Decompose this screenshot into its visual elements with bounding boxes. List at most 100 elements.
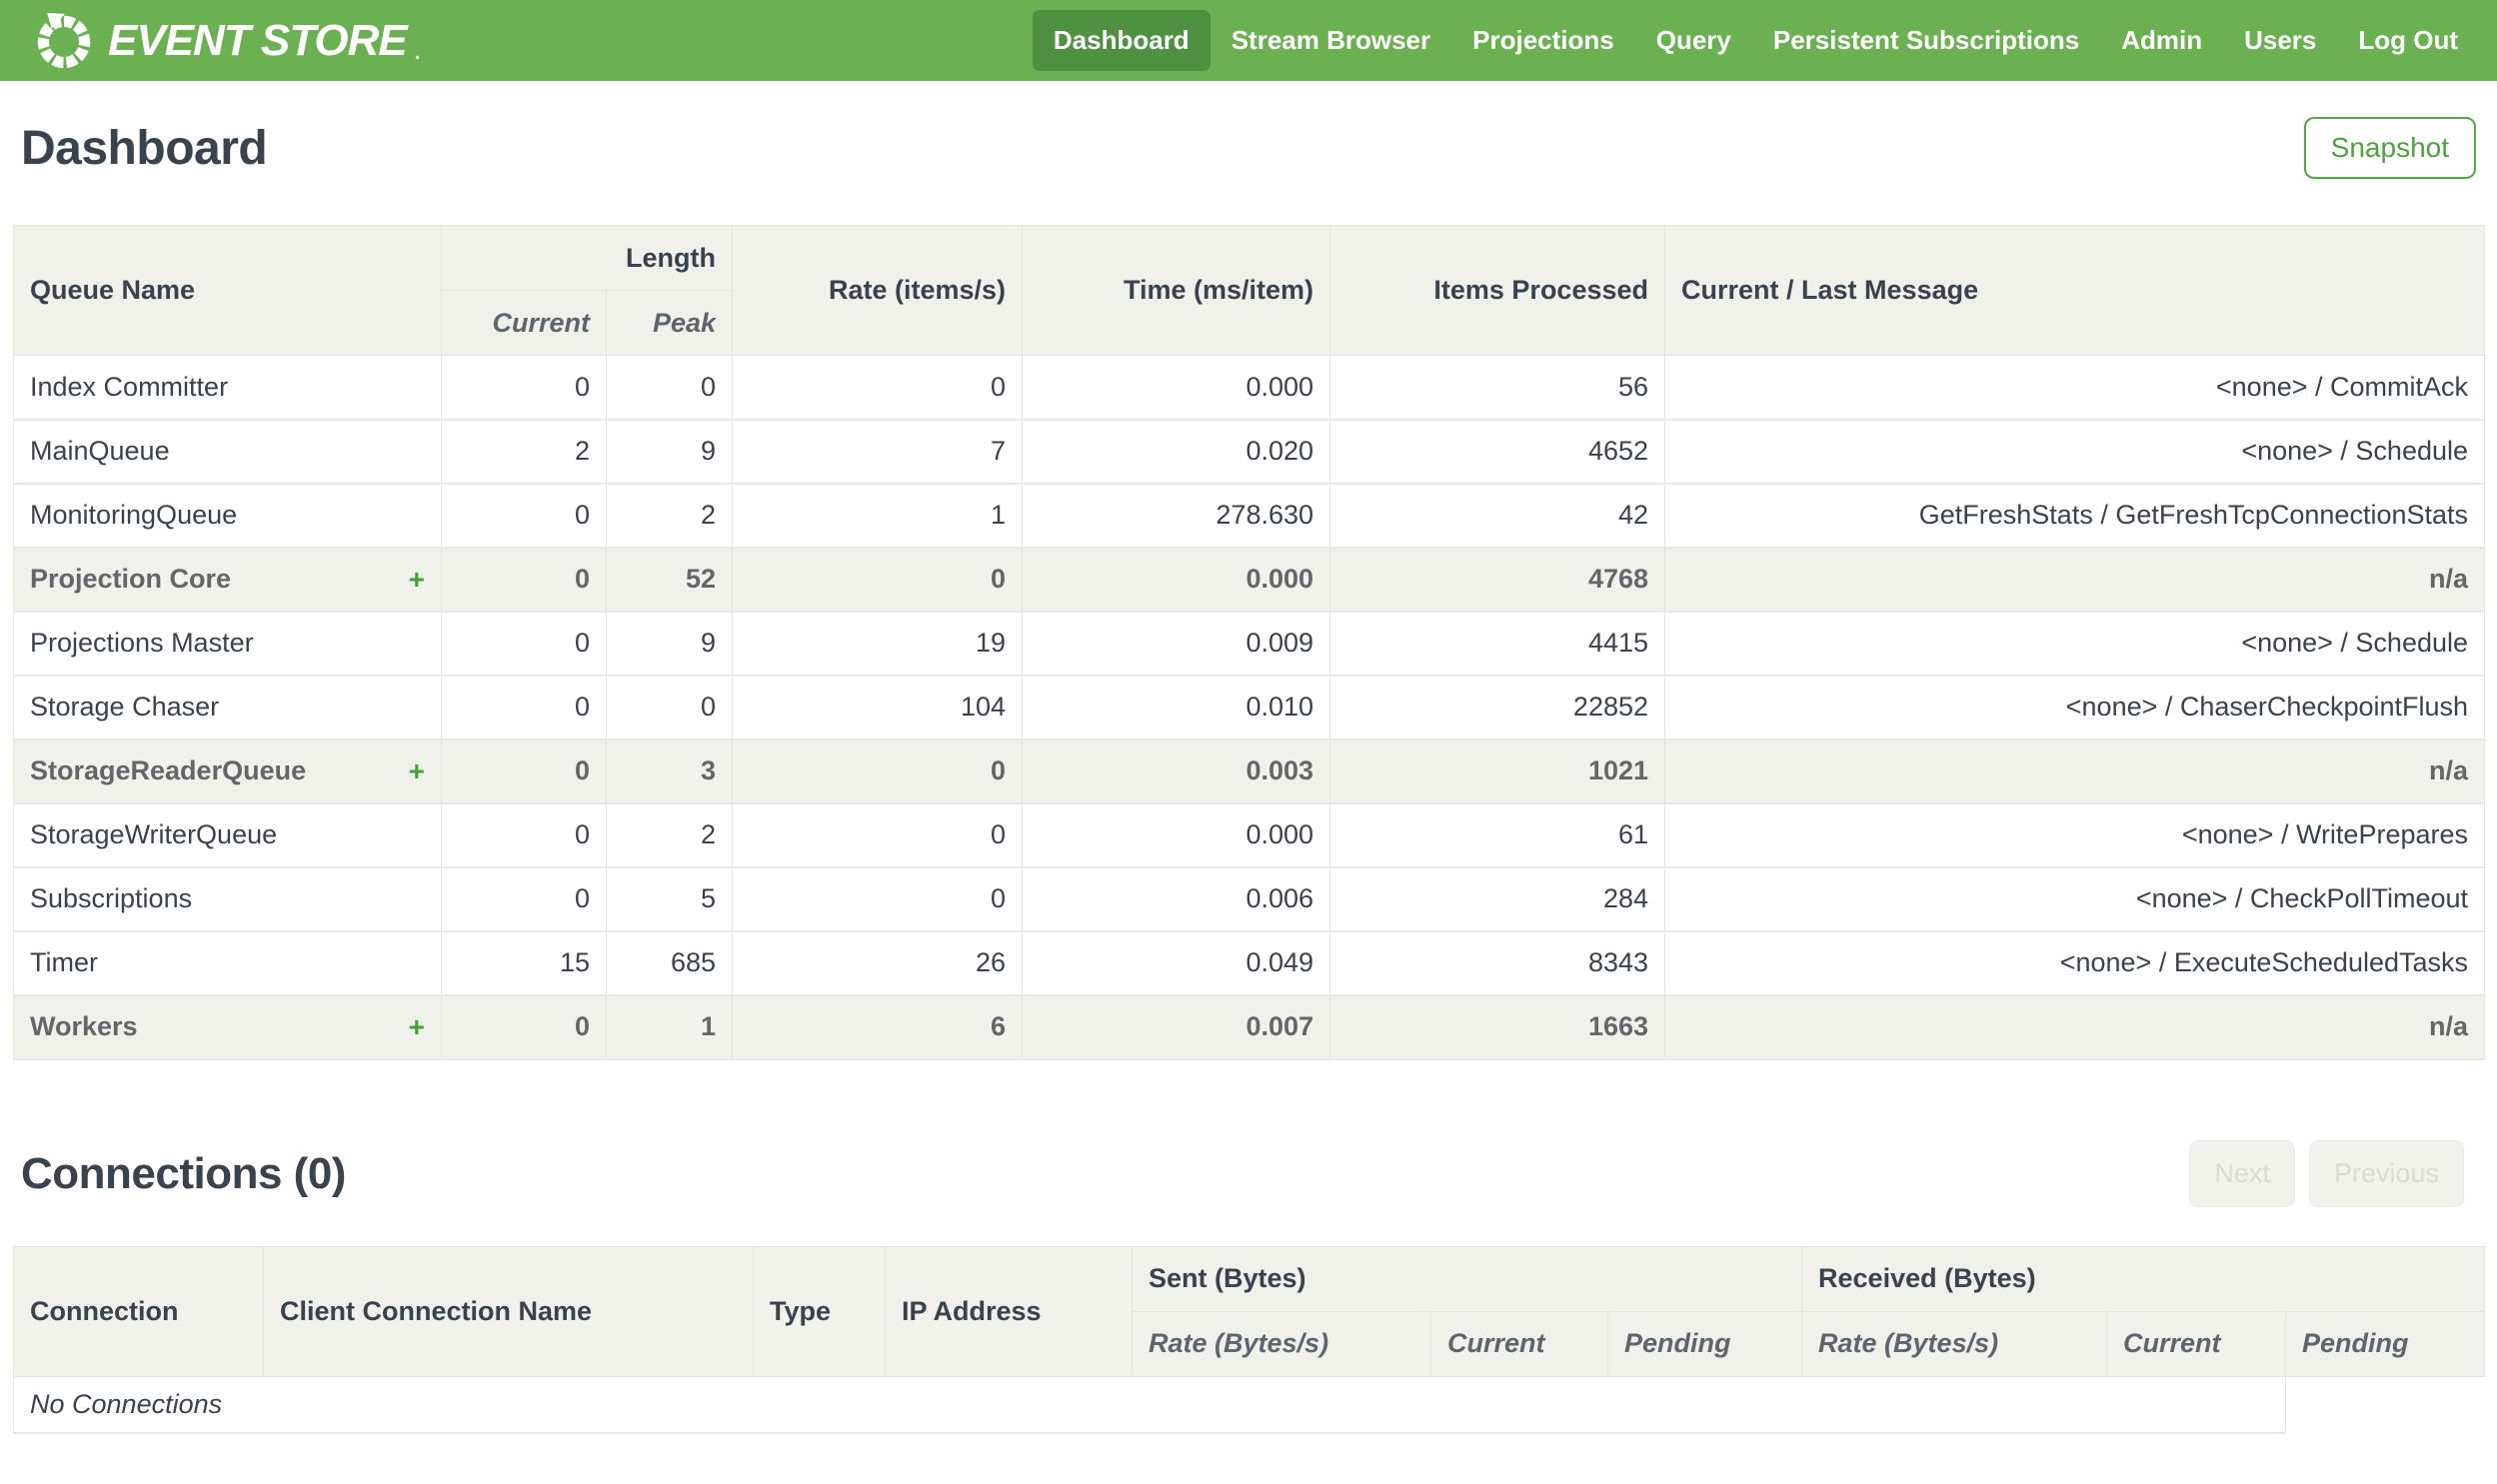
queue-message: <none> / Schedule [1664,611,2486,677]
col-ip-address: IP Address [885,1245,1133,1377]
col-sent-bytes: Sent (Bytes) [1131,1245,1803,1312]
queue-name-label: StorageWriterQueue [30,819,278,849]
queue-length-peak: 5 [605,866,734,932]
queue-length-current: 0 [441,802,607,868]
queue-time: 278.630 [1022,483,1331,549]
nav-item-projections[interactable]: Projections [1451,10,1635,71]
col-received-pending: Pending [2285,1310,2486,1377]
queue-message: <none> / WritePrepares [1664,802,2486,868]
queue-items-processed: 1021 [1329,739,1666,804]
queue-rate: 0 [732,547,1024,613]
queue-items-processed: 4415 [1329,611,1666,677]
queue-length-current: 0 [441,994,607,1060]
snapshot-button[interactable]: Snapshot [2303,117,2476,179]
queue-items-processed: 284 [1329,866,1666,932]
col-connection: Connection [13,1245,264,1377]
queue-row: Subscriptions 0 5 0 0.006 284 <none> / CheckPo… [13,866,2486,932]
col-type: Type [753,1245,886,1377]
title-row: Dashboard Snapshot [21,115,2476,181]
queue-length-current: 0 [441,866,607,932]
col-length-current: Current [441,290,607,356]
col-rate: Rate (items/s) [732,225,1024,356]
queue-length-current: 0 [441,483,607,549]
queues-table: Queue Name Length Rate (items/s) Time (m… [13,225,2486,1060]
col-client-connection-name: Client Connection Name [263,1245,754,1377]
queue-time: 0.003 [1022,739,1331,804]
queues-table-header: Queue Name Length Rate (items/s) Time (m… [13,225,2486,356]
queue-name: Timer [13,930,442,996]
col-length: Length [440,225,734,291]
queue-name-label: Timer [30,947,98,977]
queue-rate: 0 [732,739,1024,804]
navbar: EVENT STORE . Dashboard Stream Browser Pro… [0,0,2497,81]
nav-item-log-out[interactable]: Log Out [2337,10,2479,71]
no-connections-row: No Connections [12,1375,2485,1434]
queue-items-processed: 56 [1329,355,1666,421]
queue-length-peak: 52 [605,547,734,613]
queue-row: Storage Chaser 0 0 104 0.010 22852 <none> / Ch… [13,675,2486,741]
expand-plus-icon[interactable]: + [409,1011,425,1043]
queue-time: 0.007 [1022,994,1331,1060]
queue-length-current: 0 [441,611,607,677]
queue-length-current: 0 [441,547,607,613]
queue-rate: 0 [732,355,1024,421]
brand-text: EVENT STORE [108,15,408,65]
queue-length-current: 2 [441,419,607,485]
nav-item-query[interactable]: Query [1635,10,1752,71]
queue-rate: 0 [732,866,1024,932]
queue-name: Workers + [13,994,442,1060]
queue-rate: 1 [732,483,1024,549]
col-queue-name: Queue Name [13,225,442,356]
page-title: Dashboard [21,121,268,175]
col-received-rate: Rate (Bytes/s) [1801,1310,2108,1377]
queue-items-processed: 4768 [1329,547,1666,613]
queue-time: 0.009 [1022,611,1331,677]
col-sent-rate: Rate (Bytes/s) [1132,1310,1431,1377]
next-button[interactable]: Next [2189,1140,2295,1207]
nav-item-stream-browser[interactable]: Stream Browser [1211,10,1451,71]
queue-length-peak: 685 [605,930,734,996]
queue-name: Subscriptions [13,866,442,932]
queue-name: StorageReaderQueue + [13,739,442,804]
queue-items-processed: 61 [1329,802,1666,868]
queue-length-peak: 9 [605,611,734,677]
queue-row: MonitoringQueue 0 2 1 278.630 42 GetFreshStats… [13,483,2486,549]
queue-name-label: Workers [30,1011,138,1041]
nav-item-users[interactable]: Users [2223,10,2337,71]
queue-items-processed: 4652 [1329,419,1666,485]
nav-item-admin[interactable]: Admin [2100,10,2223,71]
connections-table: Connection Client Connection Name Type I… [12,1245,2486,1434]
queue-name-label: Storage Chaser [30,692,220,722]
queue-rate: 7 [732,419,1024,485]
col-length-peak: Peak [605,290,734,356]
expand-plus-icon[interactable]: + [409,564,425,596]
queue-row: Workers +0 1 6 0.007 1663 n/a [13,994,2486,1060]
brand-mark: . [414,41,421,64]
queue-time: 0.000 [1022,355,1331,421]
queue-length-peak: 1 [605,994,734,1060]
queue-items-processed: 22852 [1329,675,1666,741]
queue-message: n/a [1664,739,2486,804]
queue-message: <none> / ExecuteScheduledTasks [1664,930,2486,996]
expand-plus-icon[interactable]: + [409,755,425,787]
queue-row: Timer 15 685 26 0.049 8343 <none> / ExecuteSch… [13,930,2486,996]
col-received-current: Current [2106,1310,2287,1377]
queue-length-current: 15 [441,930,607,996]
queue-time: 0.006 [1022,866,1331,932]
queue-name-label: MonitoringQueue [30,500,238,530]
brand-logo[interactable]: EVENT STORE . [34,11,420,71]
col-sent-pending: Pending [1606,1310,1803,1377]
queue-rate: 19 [732,611,1024,677]
queue-name: Storage Chaser [13,675,442,741]
nav-item-dashboard[interactable]: Dashboard [1032,10,1211,71]
queue-row: Projections Master 0 9 19 0.009 4415 <none> / … [13,611,2486,677]
queue-length-current: 0 [441,355,607,421]
previous-button[interactable]: Previous [2308,1140,2464,1207]
nav-item-persistent-subscriptions[interactable]: Persistent Subscriptions [1752,10,2100,71]
queue-name: Projection Core + [13,547,442,613]
queue-length-peak: 3 [605,739,734,804]
queue-time: 0.000 [1022,547,1331,613]
connections-header-row: Connections (0) Next Previous [21,1138,2476,1210]
col-time: Time (ms/item) [1022,225,1331,356]
queue-length-peak: 2 [605,802,734,868]
